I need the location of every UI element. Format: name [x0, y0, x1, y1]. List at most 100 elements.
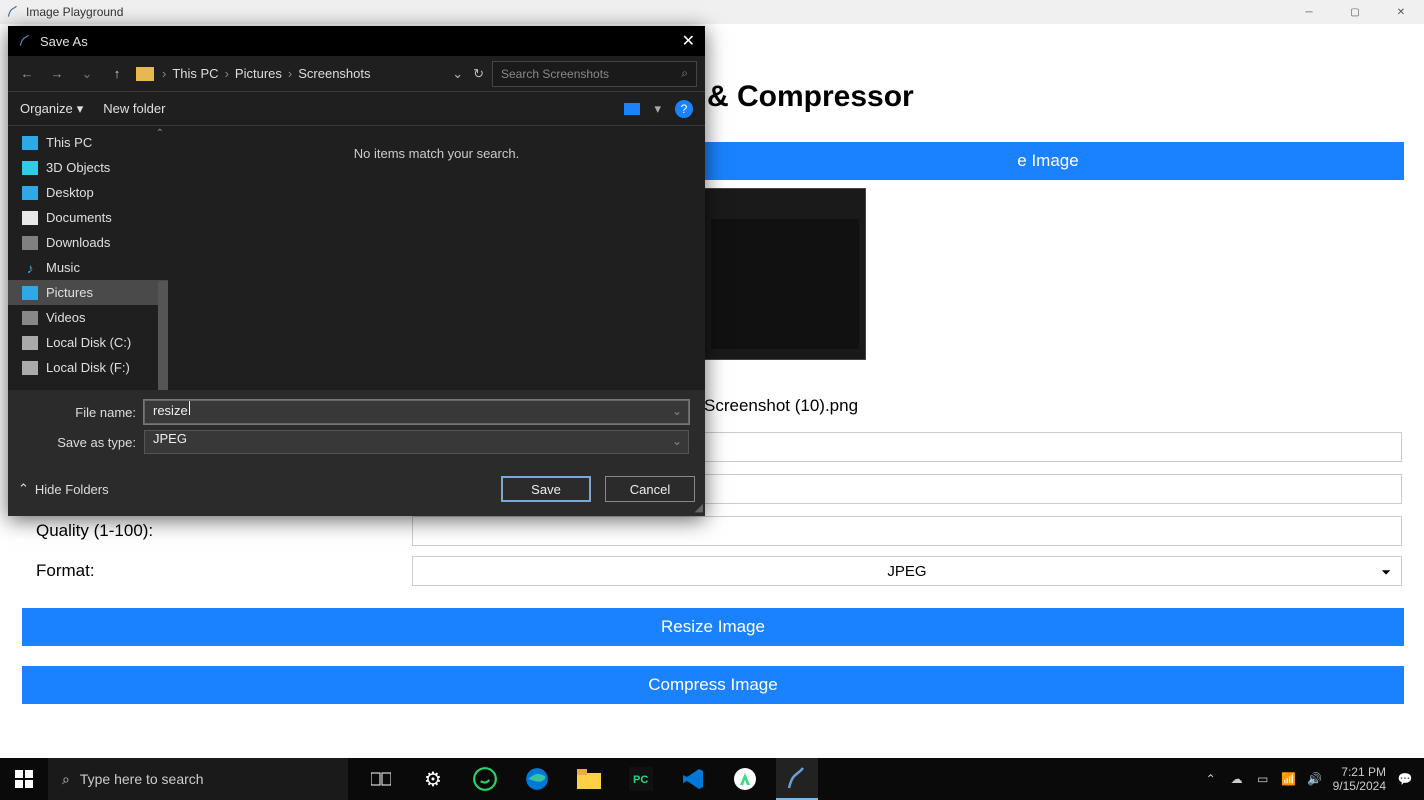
folder-sidebar[interactable]: ⌃ This PC 3D Objects Desktop Documents D… — [8, 126, 168, 390]
clock[interactable]: 7:21 PM 9/15/2024 — [1333, 765, 1386, 794]
downloads-icon — [22, 236, 38, 250]
heading-fragment: & Compressor — [707, 80, 1414, 114]
nav-recent-icon[interactable]: ⌄ — [76, 66, 98, 82]
dialog-bottom: File name: resize Save as type: JPEG — [8, 390, 705, 470]
save-as-dialog: Save As ✕ ← → ⌄ ↑ › This PC › Pictures ›… — [8, 26, 705, 516]
maximize-button[interactable]: ▢ — [1332, 0, 1378, 24]
format-row: Format: JPEG ⏷ — [22, 556, 1414, 586]
minimize-button[interactable]: ─ — [1286, 0, 1332, 24]
chevron-up-icon: ⌃ — [18, 481, 29, 497]
3d-objects-icon — [22, 161, 38, 175]
image-thumbnail — [704, 188, 866, 360]
quality-input[interactable] — [412, 516, 1402, 546]
whatsapp-icon[interactable] — [464, 758, 506, 800]
new-folder-button[interactable]: New folder — [103, 101, 165, 116]
videos-icon — [22, 311, 38, 325]
app-titlebar: Image Playground ─ ▢ ✕ — [0, 0, 1424, 24]
sidebar-item-this-pc[interactable]: This PC — [8, 130, 168, 155]
dialog-navbar: ← → ⌄ ↑ › This PC › Pictures › Screensho… — [8, 56, 705, 92]
nav-up-icon[interactable]: ↑ — [106, 66, 128, 81]
sidebar-item-local-c[interactable]: Local Disk (C:) — [8, 330, 168, 355]
volume-icon[interactable]: 🔊 — [1307, 772, 1323, 786]
empty-message: No items match your search. — [354, 146, 519, 390]
sidebar-item-videos[interactable]: Videos — [8, 305, 168, 330]
nav-forward-icon[interactable]: → — [46, 66, 68, 81]
dialog-title: Save As — [40, 34, 88, 49]
search-input[interactable]: Search Screenshots ⌕ — [492, 61, 697, 87]
preview-area: Screenshot (10).png — [704, 188, 1414, 416]
app-title: Image Playground — [26, 5, 123, 19]
save-as-type-label: Save as type: — [24, 435, 144, 450]
resize-grip-icon[interactable]: ◢ — [695, 501, 703, 514]
onedrive-icon[interactable]: ☁ — [1229, 772, 1245, 786]
compress-button[interactable]: Compress Image — [22, 666, 1404, 704]
desktop-icon — [22, 186, 38, 200]
format-select[interactable]: JPEG ⏷ — [412, 556, 1402, 586]
selected-filename: Screenshot (10).png — [704, 396, 1414, 416]
edge-icon[interactable] — [516, 758, 558, 800]
sidebar-item-documents[interactable]: Documents — [8, 205, 168, 230]
file-name-input[interactable]: resize — [144, 400, 689, 424]
wifi-icon[interactable]: 📶 — [1281, 772, 1297, 786]
battery-icon[interactable]: ▭ — [1255, 772, 1271, 786]
music-icon: ♪ — [22, 261, 38, 275]
system-tray: ⌃ ☁ ▭ 📶 🔊 7:21 PM 9/15/2024 💬 — [1203, 765, 1424, 794]
sidebar-item-3d-objects[interactable]: 3D Objects — [8, 155, 168, 180]
organize-menu[interactable]: Organize ▾ — [20, 101, 83, 117]
python-feather-icon — [6, 5, 20, 19]
dialog-close-button[interactable]: ✕ — [682, 31, 695, 51]
sidebar-item-pictures[interactable]: Pictures — [8, 280, 168, 305]
scrollbar-thumb[interactable] — [158, 281, 168, 390]
format-label: Format: — [22, 561, 412, 581]
dialog-main: ⌃ This PC 3D Objects Desktop Documents D… — [8, 126, 705, 390]
dialog-titlebar[interactable]: Save As ✕ — [8, 26, 705, 56]
search-icon: ⌕ — [681, 66, 688, 81]
sidebar-item-downloads[interactable]: Downloads — [8, 230, 168, 255]
help-icon[interactable]: ? — [675, 100, 693, 118]
sidebar-item-music[interactable]: ♪Music — [8, 255, 168, 280]
taskbar-search[interactable]: ⌕ Type here to search — [48, 758, 348, 800]
disk-icon — [22, 361, 38, 375]
task-icons: ⚙ PC — [360, 758, 818, 800]
close-button[interactable]: ✕ — [1378, 0, 1424, 24]
nav-back-icon[interactable]: ← — [16, 66, 38, 81]
dialog-toolbar: Organize ▾ New folder ▾ ? — [8, 92, 705, 126]
folder-icon — [136, 67, 154, 81]
notifications-icon[interactable]: 💬 — [1396, 772, 1414, 786]
quality-label: Quality (1-100): — [22, 521, 412, 541]
tray-expand-icon[interactable]: ⌃ — [1203, 772, 1219, 786]
sidebar-item-desktop[interactable]: Desktop — [8, 180, 168, 205]
settings-icon[interactable]: ⚙ — [412, 758, 454, 800]
android-studio-icon[interactable] — [724, 758, 766, 800]
breadcrumb-dropdown-icon[interactable]: ⌄ — [452, 66, 463, 82]
view-icon[interactable] — [624, 103, 640, 115]
dialog-buttons: ⌃ Hide Folders Save Cancel — [8, 470, 705, 516]
pycharm-icon[interactable]: PC — [620, 758, 662, 800]
file-name-label: File name: — [24, 405, 144, 420]
cancel-button[interactable]: Cancel — [605, 476, 695, 502]
documents-icon — [22, 211, 38, 225]
file-pane[interactable]: No items match your search. — [168, 126, 705, 390]
chevron-down-icon: ▾ — [77, 101, 84, 117]
python-feather-icon — [18, 34, 32, 48]
breadcrumb[interactable]: › This PC › Pictures › Screenshots — [162, 66, 444, 81]
disk-icon — [22, 336, 38, 350]
quality-row: Quality (1-100): — [22, 516, 1414, 546]
vscode-icon[interactable] — [672, 758, 714, 800]
resize-button[interactable]: Resize Image — [22, 608, 1404, 646]
scroll-up-icon[interactable]: ⌃ — [156, 128, 164, 139]
start-button[interactable] — [0, 758, 48, 800]
window-controls: ─ ▢ ✕ — [1286, 0, 1424, 24]
refresh-icon[interactable]: ↻ — [473, 66, 484, 82]
save-button[interactable]: Save — [501, 476, 591, 502]
view-dropdown-icon[interactable]: ▾ — [654, 101, 661, 117]
svg-text:PC: PC — [633, 774, 648, 786]
save-as-type-select[interactable]: JPEG — [144, 430, 689, 454]
pictures-icon — [22, 286, 38, 300]
python-idle-icon[interactable] — [776, 758, 818, 800]
file-explorer-icon[interactable] — [568, 758, 610, 800]
sidebar-item-local-f[interactable]: Local Disk (F:) — [8, 355, 168, 380]
task-view-icon[interactable] — [360, 758, 402, 800]
hide-folders-button[interactable]: ⌃ Hide Folders — [18, 481, 109, 497]
search-icon: ⌕ — [62, 771, 70, 788]
